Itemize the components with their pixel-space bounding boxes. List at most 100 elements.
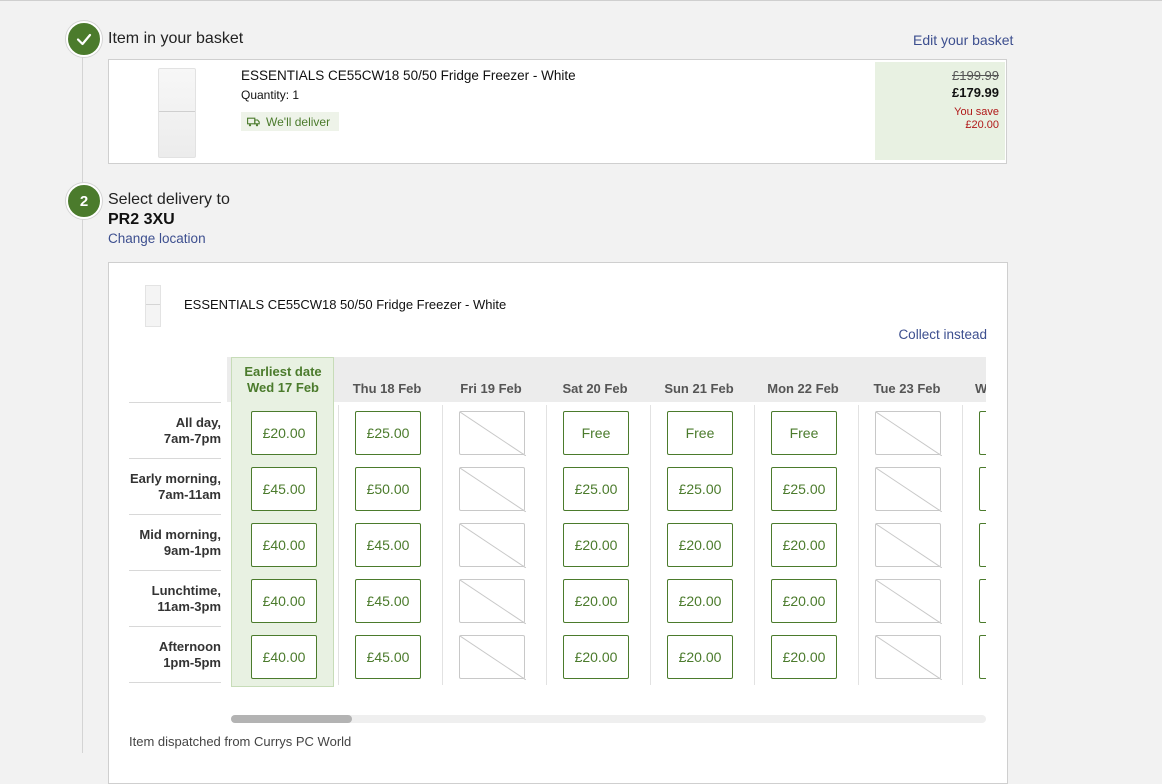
collect-instead-link[interactable]: Collect instead [898,327,987,342]
delivery-slot-button[interactable]: £45.00 [355,579,421,623]
horizontal-scrollbar[interactable] [231,715,986,723]
unavailable-slot [875,579,942,624]
edit-basket-link[interactable]: Edit your basket [913,32,1013,48]
date-label: Wed 24 Feb [974,381,986,396]
delivery-slot-button[interactable]: Free [667,411,733,455]
delivery-slot-grid: Earliest date Wed 17 Feb Thu 18 Feb Fri 19 … [129,357,986,687]
delivery-slot-button[interactable]: £45.00 [355,635,421,679]
delivery-badge-label: We'll deliver [266,114,331,129]
delivery-slot-button[interactable]: £20.00 [667,579,733,623]
delivery-slot-button[interactable]: £20.00 [667,523,733,567]
delivery-slot-button[interactable]: £25.00 [355,411,421,455]
product-quantity: Quantity: 1 [241,88,300,102]
time-slot-name: Mid morning, [139,526,221,542]
unavailable-slot [459,579,526,624]
delivery-product-name: ESSENTIALS CE55CW18 50/50 Fridge Freezer… [184,297,507,312]
step-1-title: Item in your basket [108,30,244,47]
delivery-slot-button[interactable] [979,523,986,567]
time-slot-label: Mid morning, 9am-1pm [129,515,221,571]
you-save-label: You save [954,106,999,118]
delivery-slot-button[interactable]: £20.00 [251,411,317,455]
delivery-slot-button[interactable]: £50.00 [355,467,421,511]
delivery-slot-button[interactable]: £40.00 [251,523,317,567]
column-separator [858,405,859,685]
column-separator [338,405,339,685]
delivery-slot-button[interactable] [979,635,986,679]
basket-item-card: ESSENTIALS CE55CW18 50/50 Fridge Freezer… [108,59,1007,164]
unavailable-strike-icon [460,524,526,568]
delivery-slot-button[interactable]: £40.00 [251,579,317,623]
delivery-slot-button[interactable]: Free [563,411,629,455]
delivery-slot-button[interactable]: £40.00 [251,635,317,679]
date-label: Mon 22 Feb [767,381,839,396]
column-separator [754,405,755,685]
delivery-slot-button[interactable]: £25.00 [771,467,837,511]
delivery-slot-button[interactable]: £20.00 [771,579,837,623]
date-label: Thu 18 Feb [352,381,422,396]
date-label: Wed 17 Feb [246,380,319,395]
progress-timeline [82,52,83,186]
delivery-slot-button[interactable]: £25.00 [563,467,629,511]
time-slot-name: Early morning, [129,470,221,486]
delivery-slot-button[interactable] [979,467,986,511]
scrollbar-thumb[interactable] [231,715,352,723]
delivery-slot-button[interactable]: £45.00 [251,467,317,511]
delivery-slot-button[interactable] [979,411,986,455]
date-column-header: Mon 22 Feb [751,357,855,402]
date-column-header: Wed 24 Feb [959,357,986,402]
time-slot-label: Lunchtime, 11am-3pm [129,571,221,627]
unavailable-strike-icon [460,636,526,680]
price-summary: £199.99 £179.99 You save £20.00 [875,62,1005,160]
delivery-badge: We'll deliver [241,112,340,131]
date-column-header: Sat 20 Feb [543,357,647,402]
change-location-link[interactable]: Change location [108,231,206,246]
delivery-slot-button[interactable]: £25.00 [667,467,733,511]
delivery-slot-button[interactable]: £20.00 [563,523,629,567]
time-slot-hours: 7am-11am [158,486,221,502]
date-column-header: Fri 19 Feb [439,357,543,402]
unavailable-strike-icon [876,468,942,512]
date-column-header: Earliest date Wed 17 Feb [231,357,335,402]
truck-icon [247,117,260,126]
product-image [158,68,196,158]
time-slot-label: Early morning, 7am-11am [129,459,221,515]
product-name: ESSENTIALS CE55CW18 50/50 Fridge Freezer… [241,68,576,83]
unavailable-strike-icon [460,580,526,624]
unavailable-strike-icon [876,636,942,680]
unavailable-strike-icon [876,412,942,456]
delivery-slot-button[interactable]: £20.00 [563,579,629,623]
time-slot-label: All day, 7am-7pm [129,403,221,459]
time-slot-name: Lunchtime, [151,582,221,598]
column-separator [546,405,547,685]
date-label: Sun 21 Feb [664,381,734,396]
time-slot-name: Afternoon [158,638,221,654]
unavailable-slot [875,411,942,456]
step-1-check-circle [66,21,102,57]
product-thumbnail [145,285,161,327]
checkmark-icon [76,33,92,46]
date-label: Tue 23 Feb [873,381,941,396]
time-slot-hours: 9am-1pm [163,542,221,558]
unavailable-strike-icon [460,412,526,456]
delivery-slot-button[interactable]: £20.00 [771,635,837,679]
delivery-slot-button[interactable]: Free [771,411,837,455]
delivery-slot-button[interactable] [979,579,986,623]
delivery-slot-button[interactable]: £20.00 [563,635,629,679]
time-slot-hours: 11am-3pm [157,598,221,614]
delivery-slot-button[interactable]: £20.00 [667,635,733,679]
delivery-slot-button[interactable]: £20.00 [771,523,837,567]
unavailable-strike-icon [460,468,526,512]
dispatch-note: Item dispatched from Currys PC World [129,734,352,749]
delivery-slot-button[interactable]: £45.00 [355,523,421,567]
column-separator [442,405,443,685]
date-label: Fri 19 Feb [460,381,522,396]
you-save-amount: £20.00 [965,119,999,131]
column-separator [650,405,651,685]
date-column-header: Sun 21 Feb [647,357,751,402]
now-price: £179.99 [952,85,999,100]
unavailable-slot [875,467,942,512]
delivery-options-card: ESSENTIALS CE55CW18 50/50 Fridge Freezer… [108,262,1008,784]
unavailable-slot [875,523,942,568]
unavailable-slot [459,411,526,456]
unavailable-strike-icon [876,524,942,568]
